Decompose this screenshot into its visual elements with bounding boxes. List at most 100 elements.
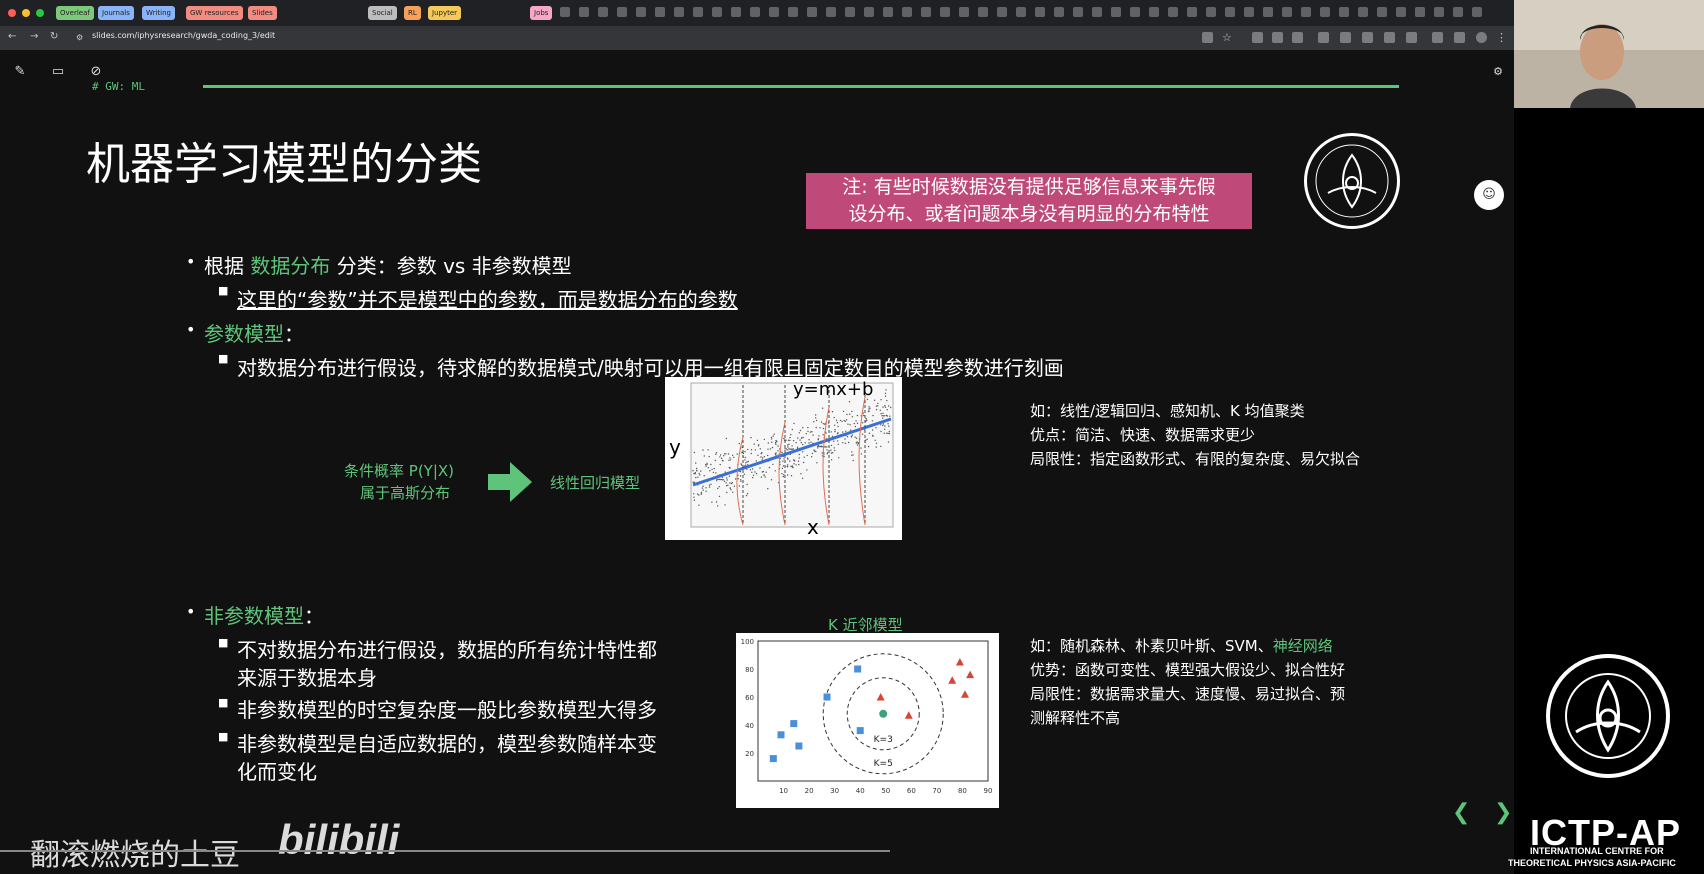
tab-favicon-icon[interactable] xyxy=(864,7,874,17)
bookmark-tab[interactable]: RL xyxy=(404,6,421,20)
bookmark-tab[interactable]: Social xyxy=(368,6,397,20)
settings-icon[interactable]: ⚙ xyxy=(1486,60,1510,84)
tab-favicon-icon[interactable] xyxy=(1453,7,1463,17)
tab-favicon-icon[interactable] xyxy=(731,7,741,17)
bookmark-tab[interactable]: Journals xyxy=(98,6,134,20)
tab-favicon-icon[interactable] xyxy=(1130,7,1140,17)
linreg-point xyxy=(802,443,804,446)
next-slide-icon[interactable]: ❯ xyxy=(1494,800,1512,825)
linear-regression-label: 线性回归模型 xyxy=(550,474,641,492)
tab-favicon-icon[interactable] xyxy=(750,7,760,17)
maximize-window-button[interactable] xyxy=(36,9,44,17)
tab-favicon-icon[interactable] xyxy=(1206,7,1216,17)
tab-favicon-icon[interactable] xyxy=(1111,7,1121,17)
extension-icon[interactable] xyxy=(1340,32,1351,43)
sub-bullet-square: ■ xyxy=(218,730,229,743)
extension-icon[interactable] xyxy=(1272,32,1283,43)
linreg-point xyxy=(786,474,789,476)
tab-favicon-icon[interactable] xyxy=(1472,7,1482,17)
tab-favicon-icon[interactable] xyxy=(1320,7,1330,17)
tab-favicon-icon[interactable] xyxy=(1168,7,1178,17)
close-window-button[interactable] xyxy=(8,9,16,17)
tab-favicon-icon[interactable] xyxy=(902,7,912,17)
bookmark-tab[interactable]: Slides xyxy=(248,6,277,20)
tab-favicon-icon[interactable] xyxy=(693,7,703,17)
extension-icon[interactable] xyxy=(1454,32,1465,43)
menu-kebab-icon[interactable]: ⋮ xyxy=(1496,32,1507,43)
tab-favicon-icon[interactable] xyxy=(997,7,1007,17)
tab-favicon-icon[interactable] xyxy=(1149,7,1159,17)
prev-slide-icon[interactable]: ❮ xyxy=(1452,800,1470,825)
tab-favicon-icon[interactable] xyxy=(617,7,627,17)
tab-favicon-icon[interactable] xyxy=(788,7,798,17)
tab-favicon-icon[interactable] xyxy=(978,7,988,17)
linreg-point xyxy=(786,457,789,459)
bookmark-tab[interactable]: GW resources xyxy=(186,6,243,20)
tab-favicon-icon[interactable] xyxy=(579,7,589,17)
tab-favicon-icon[interactable] xyxy=(1035,7,1045,17)
tab-favicon-icon[interactable] xyxy=(826,7,836,17)
extension-icon[interactable] xyxy=(1384,32,1395,43)
tab-favicon-icon[interactable] xyxy=(1225,7,1235,17)
tab-favicon-icon[interactable] xyxy=(1301,7,1311,17)
tab-favicon-icon[interactable] xyxy=(1358,7,1368,17)
tab-favicon-icon[interactable] xyxy=(560,7,570,17)
pen-tool-icon[interactable]: ✎ xyxy=(8,60,32,84)
tab-favicon-icon[interactable] xyxy=(636,7,646,17)
assistant-icon[interactable]: ☺ xyxy=(1474,180,1504,210)
present-icon[interactable]: ▭ xyxy=(46,60,70,84)
tab-favicon-icon[interactable] xyxy=(1073,7,1083,17)
download-icon[interactable] xyxy=(1432,32,1443,43)
site-info-icon[interactable]: ⚙ xyxy=(76,33,83,42)
tab-favicon-icon[interactable] xyxy=(1282,7,1292,17)
tab-favicon-icon[interactable] xyxy=(1339,7,1349,17)
profile-avatar-icon[interactable] xyxy=(1476,32,1487,43)
forward-icon[interactable]: → xyxy=(30,31,38,42)
tab-favicon-icon[interactable] xyxy=(655,7,665,17)
bookmark-star-icon[interactable]: ☆ xyxy=(1222,32,1233,43)
tab-favicon-icon[interactable] xyxy=(883,7,893,17)
url-field[interactable]: slides.com/iphysresearch/gwda_coding_3/e… xyxy=(92,31,275,40)
tab-favicon-icon[interactable] xyxy=(598,7,608,17)
tab-favicon-icon[interactable] xyxy=(940,7,950,17)
extension-icon[interactable] xyxy=(1318,32,1329,43)
tab-favicon-icon[interactable] xyxy=(1396,7,1406,17)
linreg-point xyxy=(749,469,752,471)
extension-icon[interactable] xyxy=(1292,32,1303,43)
bookmark-tab[interactable]: Jupyter xyxy=(428,6,462,20)
linreg-point xyxy=(744,456,746,459)
bullet-dot: • xyxy=(186,252,196,271)
linreg-point xyxy=(696,470,698,472)
tab-favicon-icon[interactable] xyxy=(959,7,969,17)
back-icon[interactable]: ← xyxy=(8,31,16,42)
tab-favicon-icon[interactable] xyxy=(1377,7,1387,17)
extension-icon[interactable] xyxy=(1406,32,1417,43)
extension-icon[interactable] xyxy=(1362,32,1373,43)
bookmark-tab[interactable]: Overleaf xyxy=(56,6,94,20)
minimize-window-button[interactable] xyxy=(22,9,30,17)
extension-icon[interactable] xyxy=(1252,32,1263,43)
tab-favicon-icon[interactable] xyxy=(1415,7,1425,17)
linreg-point xyxy=(725,482,727,484)
tab-favicon-icon[interactable] xyxy=(1263,7,1273,17)
tab-favicon-icon[interactable] xyxy=(712,7,722,17)
linreg-point xyxy=(705,487,707,489)
tab-favicon-icon[interactable] xyxy=(807,7,817,17)
bookmark-tab[interactable]: Jobs xyxy=(530,6,553,20)
knn-class-a-point xyxy=(823,693,831,701)
tab-favicon-icon[interactable] xyxy=(674,7,684,17)
tab-favicon-icon[interactable] xyxy=(1187,7,1197,17)
tab-favicon-icon[interactable] xyxy=(1016,7,1026,17)
video-progress-bar[interactable] xyxy=(0,850,890,852)
translate-icon[interactable] xyxy=(1202,32,1213,43)
tab-favicon-icon[interactable] xyxy=(845,7,855,17)
bookmark-tab[interactable]: Writing xyxy=(142,6,175,20)
linreg-point xyxy=(723,453,726,455)
tab-favicon-icon[interactable] xyxy=(1054,7,1064,17)
tab-favicon-icon[interactable] xyxy=(769,7,779,17)
reload-icon[interactable]: ↻ xyxy=(50,31,58,42)
tab-favicon-icon[interactable] xyxy=(1434,7,1444,17)
tab-favicon-icon[interactable] xyxy=(1092,7,1102,17)
tab-favicon-icon[interactable] xyxy=(1244,7,1254,17)
tab-favicon-icon[interactable] xyxy=(921,7,931,17)
